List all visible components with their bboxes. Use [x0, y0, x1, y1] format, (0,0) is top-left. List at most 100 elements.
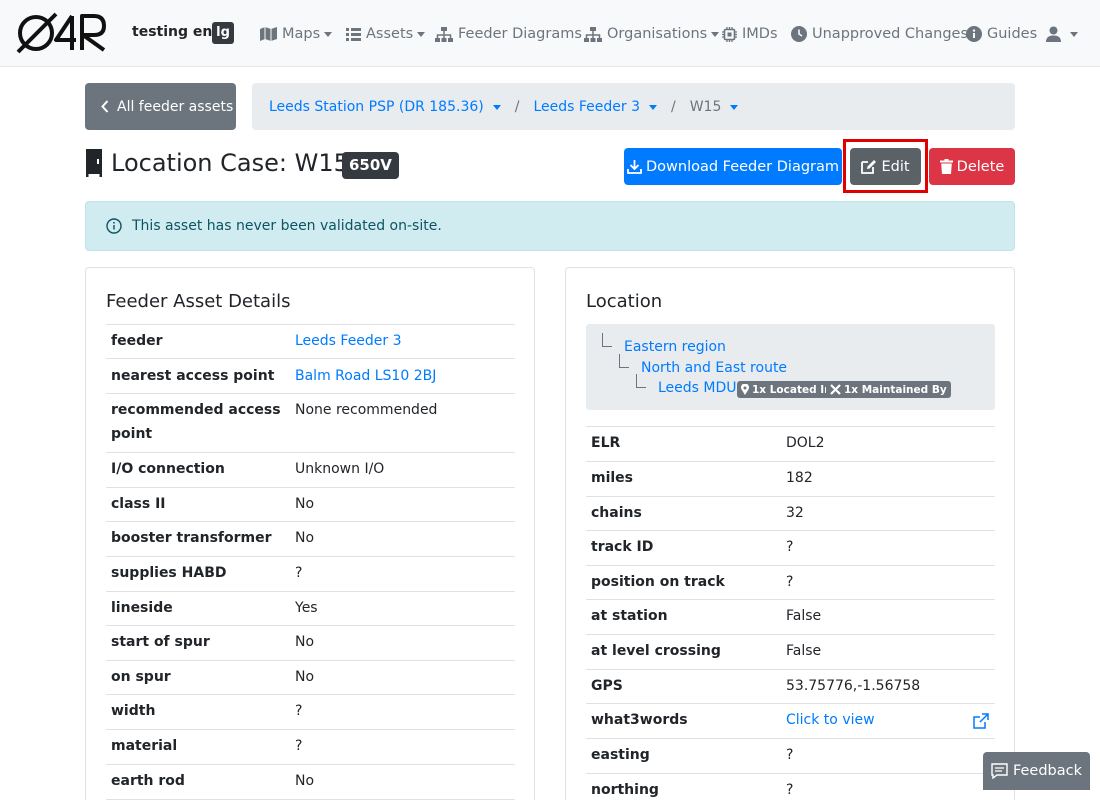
chevron-down-icon — [711, 32, 720, 37]
nav-imds[interactable]: IMDs — [722, 22, 778, 46]
row-value: ? — [781, 773, 995, 800]
page-title: Location Case: W15 — [111, 149, 349, 177]
chip-icon — [722, 26, 737, 42]
row-key: ELR — [586, 426, 781, 462]
table-row: miles 182 — [586, 461, 995, 497]
row-key: class II — [106, 487, 290, 522]
mdu-link[interactable]: Leeds MDU — [658, 380, 737, 396]
what3words-link[interactable]: Click to view — [786, 712, 875, 728]
row-value: ? — [290, 729, 515, 765]
feeder-link[interactable]: Leeds Feeder 3 — [295, 333, 402, 349]
breadcrumb-feeder[interactable]: Leeds Feeder 3 — [533, 99, 657, 115]
edit-label: Edit — [881, 158, 910, 175]
nav-guides-label: Guides — [987, 26, 1038, 42]
all-feeder-assets-button[interactable]: All feeder assets — [85, 83, 236, 130]
row-key: supplies HABD — [106, 556, 290, 592]
route-link[interactable]: North and East route — [641, 360, 787, 376]
nav-maps[interactable]: Maps — [260, 22, 333, 46]
list-icon — [346, 27, 361, 41]
chevron-down-icon — [1070, 32, 1078, 37]
nearest-access-point-link[interactable]: Balm Road LS10 2BJ — [295, 368, 436, 384]
breadcrumb: Leeds Station PSP (DR 185.36) / Leeds Fe… — [252, 83, 1015, 130]
map-marker-icon — [741, 384, 749, 395]
table-row: ELR DOL2 — [586, 426, 995, 462]
row-key: at station — [586, 599, 781, 635]
nav-unapproved-changes-label: Unapproved Changes — [812, 26, 968, 42]
delete-button[interactable]: Delete — [929, 148, 1015, 185]
table-row: track ID? — [586, 530, 995, 566]
voltage-badge: 650V — [342, 152, 399, 179]
chevron-down-icon — [492, 104, 501, 110]
row-value: False — [781, 634, 995, 670]
tree-connector — [619, 354, 629, 368]
row-value: No — [290, 660, 515, 695]
download-feeder-diagram-button[interactable]: Download Feeder Diagram — [624, 148, 842, 185]
nav-organisations[interactable]: Organisations — [584, 22, 720, 46]
row-value: No — [290, 764, 515, 800]
breadcrumb-station[interactable]: Leeds Station PSP (DR 185.36) — [269, 99, 501, 115]
location-case-icon — [86, 149, 102, 177]
clock-icon — [791, 26, 807, 42]
table-row: GPS 53.75776,-1.56758 — [586, 669, 995, 704]
row-key: start of spur — [106, 625, 290, 661]
user-icon — [1046, 26, 1061, 42]
external-link-icon[interactable] — [973, 713, 989, 729]
row-value: No — [290, 625, 515, 661]
region-link[interactable]: Eastern region — [624, 339, 726, 355]
row-key: easting — [586, 738, 781, 774]
table-row: nearest access point Balm Road LS10 2BJ — [106, 358, 515, 394]
table-row: chains 32 — [586, 496, 995, 531]
table-row: material? — [106, 729, 515, 765]
row-key: earth rod — [106, 764, 290, 800]
row-value: No — [290, 487, 515, 522]
table-row: position on track? — [586, 565, 995, 600]
feeder-asset-details-card: Feeder Asset Details feeder Leeds Feeder … — [85, 267, 535, 800]
feedback-button[interactable]: Feedback — [983, 752, 1090, 790]
download-icon — [627, 160, 642, 174]
row-value: Yes — [290, 591, 515, 626]
nav-organisations-label: Organisations — [607, 26, 708, 42]
edit-button[interactable]: Edit — [850, 148, 921, 185]
table-row: I/O connection Unknown I/O — [106, 452, 515, 488]
validation-alert: This asset has never been validated on-s… — [85, 201, 1015, 251]
row-key: miles — [586, 461, 781, 497]
chevron-down-icon — [649, 104, 657, 110]
comment-icon — [991, 763, 1008, 779]
row-key: chains — [586, 496, 781, 531]
row-value: Unknown I/O — [290, 452, 515, 488]
trash-icon — [939, 159, 953, 174]
row-key: GPS — [586, 669, 781, 704]
chevron-down-icon — [324, 32, 333, 37]
sitemap-icon — [435, 26, 453, 42]
row-key: width — [106, 694, 290, 730]
breadcrumb-separator: / — [671, 98, 676, 115]
table-row: booster transformer No — [106, 521, 515, 557]
validation-alert-text: This asset has never been validated on-s… — [132, 218, 442, 234]
row-value: DOL2 — [781, 426, 995, 462]
download-feeder-diagram-label: Download Feeder Diagram — [645, 158, 840, 175]
table-row: feeder Leeds Feeder 3 — [106, 324, 515, 359]
location-table: ELR DOL2 miles 182 chains 32 track ID? posi… — [586, 426, 995, 800]
row-value: False — [781, 599, 995, 635]
nav-guides[interactable]: Guides — [966, 22, 1037, 46]
edit-icon — [861, 160, 877, 174]
row-value: ? — [781, 738, 995, 774]
row-key: nearest access point — [106, 358, 290, 394]
c4r-logo[interactable] — [14, 10, 110, 56]
breadcrumb-current[interactable]: W15 — [690, 99, 739, 115]
sitemap-icon — [584, 26, 602, 42]
row-key: what3words — [586, 703, 781, 739]
nav-feeder-diagrams[interactable]: Feeder Diagrams — [435, 22, 582, 46]
feeder-asset-details-title: Feeder Asset Details — [106, 291, 291, 312]
row-value: None recommended — [290, 393, 515, 453]
nav-assets[interactable]: Assets — [346, 22, 426, 46]
nav-imds-label: IMDs — [742, 26, 778, 42]
table-row: northing? — [586, 773, 995, 800]
nav-unapproved-changes[interactable]: Unapproved Changes — [791, 22, 968, 46]
user-menu[interactable] — [1046, 22, 1078, 46]
info-icon — [966, 26, 982, 42]
map-icon — [260, 27, 277, 41]
table-row: supplies HABD? — [106, 556, 515, 592]
breadcrumb-separator: / — [514, 98, 520, 115]
row-key: I/O connection — [106, 452, 290, 488]
